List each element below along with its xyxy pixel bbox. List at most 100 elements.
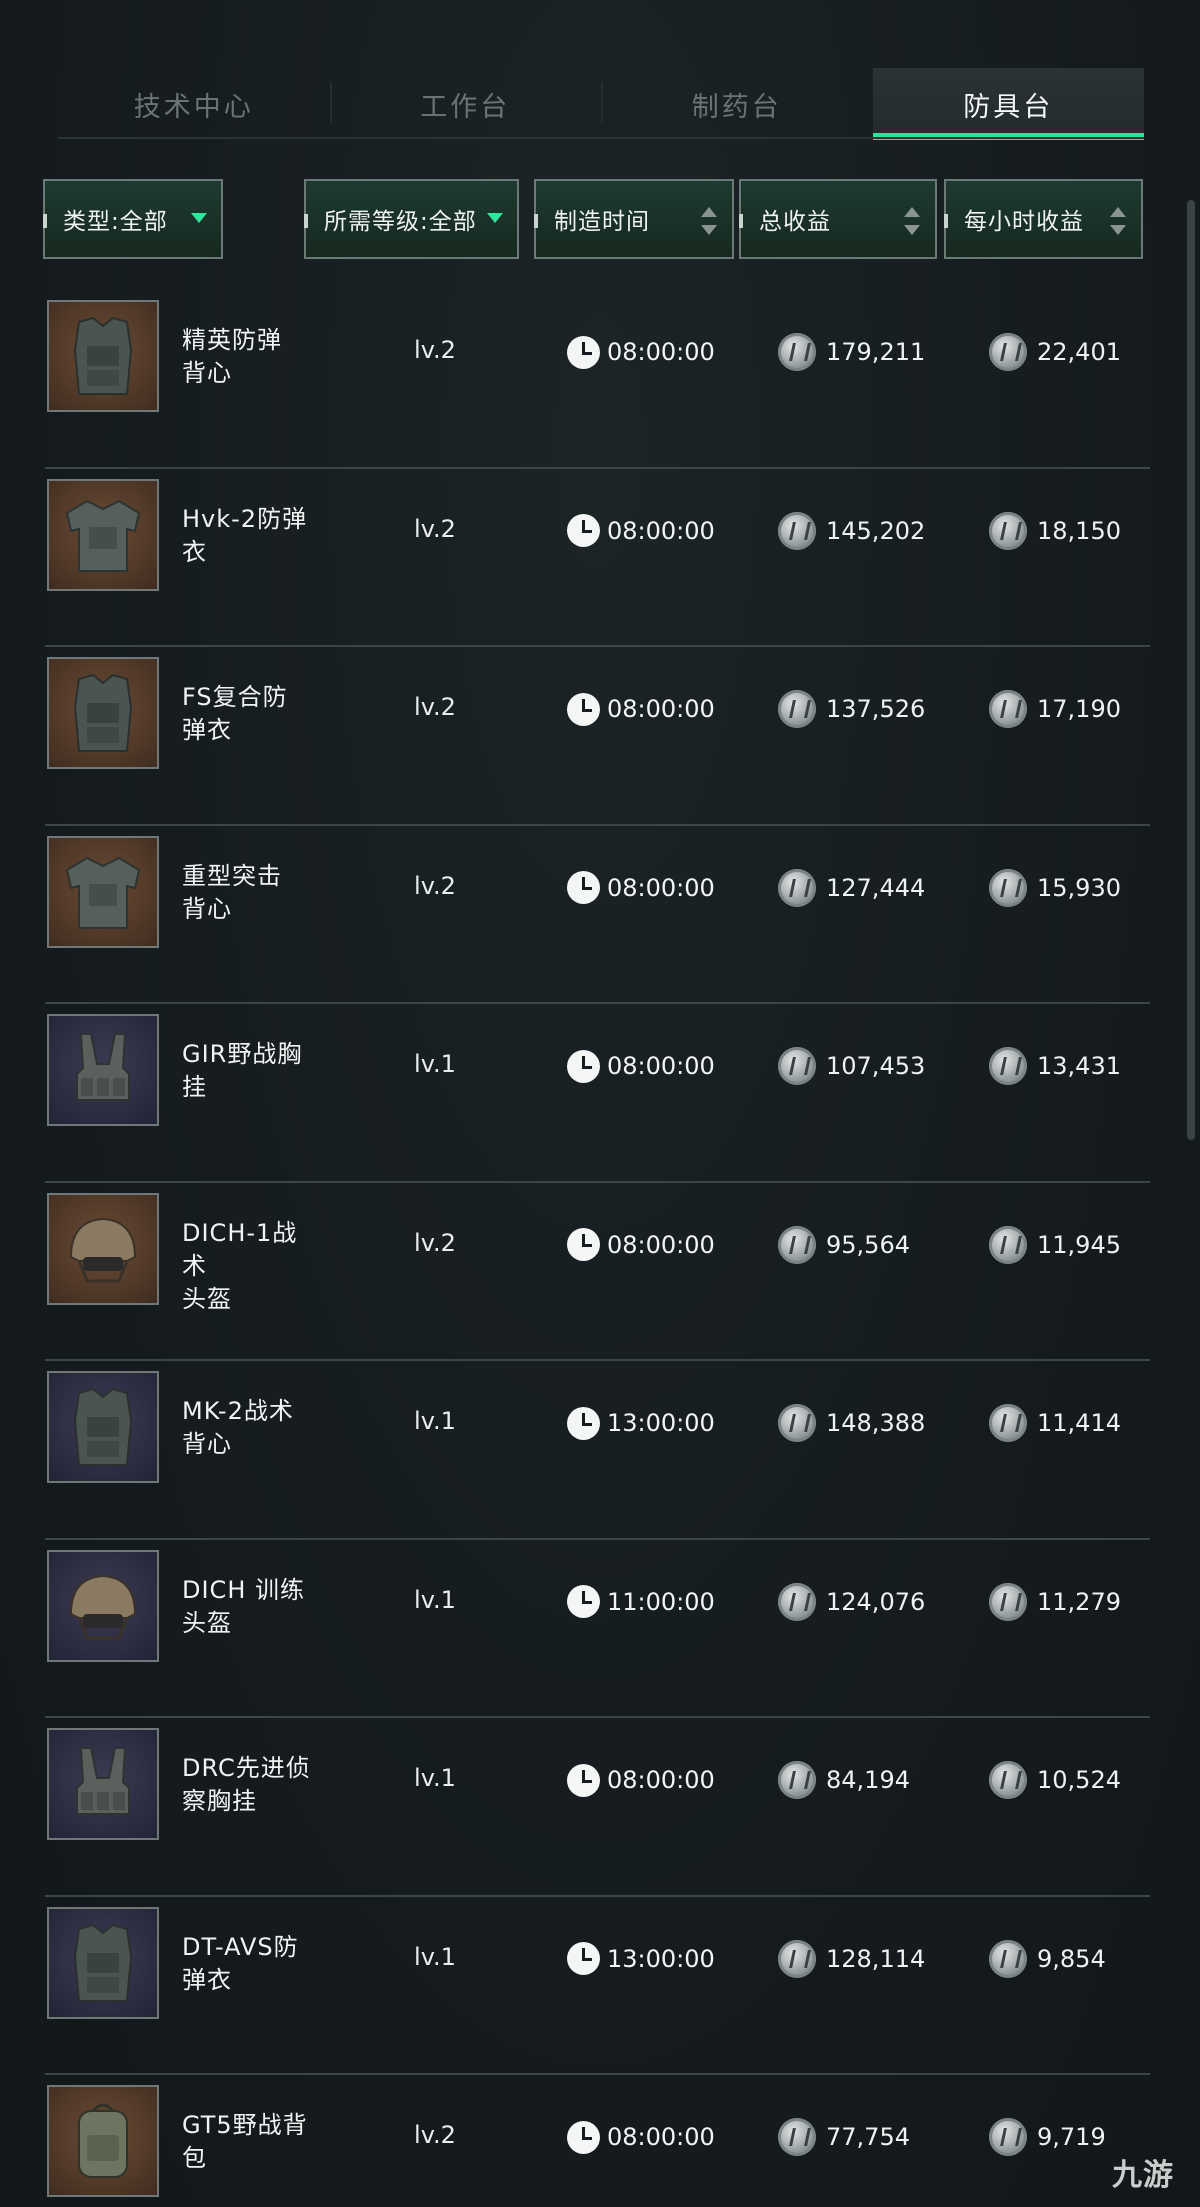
coin-icon (778, 1761, 816, 1799)
item-name: DRC先进侦 察胸挂 (182, 1752, 312, 1818)
item-row[interactable]: DRC先进侦 察胸挂 lv.1 08:00:00 84,194 10,524 (45, 1718, 1150, 1897)
item-name: Hvk-2防弹 衣 (182, 503, 312, 569)
total-profit-value: 107,453 (826, 1052, 926, 1080)
coin-icon (778, 511, 816, 550)
hourly-profit: 11,279 (989, 1582, 1121, 1621)
item-name-line2: 头盔 (182, 1284, 232, 1313)
item-name-line1: 精英防弹 (182, 326, 282, 354)
tab-armor-bench[interactable]: 防具台 (872, 68, 1144, 140)
craft-time-value: 08:00:00 (607, 516, 715, 545)
item-row[interactable]: DICH-1战术 头盔 lv.2 08:00:00 95,564 11,945 (45, 1183, 1150, 1361)
total-profit: 179,211 (778, 333, 926, 371)
item-name-line1: MK-2战术 (182, 1397, 294, 1425)
item-thumbnail (47, 1906, 159, 2019)
coin-icon (989, 1225, 1027, 1264)
craft-time-value: 08:00:00 (607, 2123, 715, 2151)
item-name-line2: 包 (182, 2144, 207, 2172)
item-thumbnail (47, 1549, 159, 1662)
hourly-profit: 22,401 (989, 333, 1121, 371)
item-name: MK-2战术 背心 (182, 1395, 312, 1461)
craft-time-value: 13:00:00 (607, 1409, 715, 1437)
item-thumbnail (47, 478, 159, 591)
hourly-profit-value: 17,190 (1037, 695, 1121, 723)
coin-icon (989, 1761, 1027, 1799)
hourly-profit-value: 10,524 (1037, 1766, 1121, 1794)
hourly-profit-value: 11,279 (1037, 1587, 1121, 1616)
total-sort-button[interactable]: 总收益 (739, 179, 937, 259)
scrollbar[interactable] (1187, 200, 1195, 1140)
level-filter-dropdown[interactable]: 所需等级:全部 (304, 179, 519, 259)
hourly-profit-value: 11,414 (1037, 1409, 1121, 1437)
craft-time-value: 08:00:00 (607, 695, 715, 723)
item-name: FS复合防 弹衣 (182, 681, 312, 747)
total-profit: 137,526 (778, 690, 925, 728)
item-thumbnail (47, 2085, 159, 2197)
item-row[interactable]: 重型突击 背心 lv.2 08:00:00 127,444 15,930 (45, 826, 1150, 1004)
time-sort-button[interactable]: 制造时间 (534, 179, 734, 259)
item-name-line1: DICH-1战术 (182, 1218, 298, 1280)
item-row[interactable]: GT5野战背 包 lv.2 08:00:00 77,754 9,719 (45, 2075, 1150, 2207)
item-row[interactable]: DT-AVS防 弹衣 lv.1 13:00:00 128,114 9,854 (45, 1897, 1150, 2075)
coin-icon (989, 868, 1027, 907)
coin-icon (778, 868, 816, 907)
total-profit-value: 179,211 (826, 338, 926, 366)
sort-icon (903, 205, 921, 237)
filter-tick-icon (304, 214, 308, 228)
item-name-line2: 背心 (182, 1430, 232, 1458)
coin-icon (778, 1404, 816, 1442)
coin-icon (989, 1404, 1027, 1442)
item-name-line1: GT5野战背 (182, 2111, 308, 2139)
clock-icon (567, 1049, 600, 1083)
craft-time-value: 08:00:00 (607, 1230, 715, 1259)
item-row[interactable]: DICH 训练 头盔 lv.1 11:00:00 124,076 11,279 (45, 1540, 1150, 1718)
craft-time: 08:00:00 (567, 870, 715, 906)
tab-tech-center[interactable]: 技术中心 (58, 68, 330, 140)
item-name-line2: 察胸挂 (182, 1787, 257, 1815)
tab-divider (58, 137, 1144, 139)
item-level: lv.1 (414, 1407, 456, 1435)
item-row[interactable]: GIR野战胸 挂 lv.1 08:00:00 107,453 13,431 (45, 1004, 1150, 1183)
coin-icon (989, 1047, 1027, 1085)
coin-icon (778, 1047, 816, 1085)
item-level: lv.2 (414, 514, 456, 543)
filter-tick-icon (43, 214, 47, 228)
chevron-down-icon (487, 213, 503, 223)
craft-time: 08:00:00 (567, 691, 715, 727)
hourly-profit-value: 9,719 (1037, 2123, 1106, 2151)
item-name: DT-AVS防 弹衣 (182, 1931, 312, 1997)
item-row[interactable]: FS复合防 弹衣 lv.2 08:00:00 137,526 17,190 (45, 647, 1150, 826)
item-row[interactable]: MK-2战术 背心 lv.1 13:00:00 148,388 11,414 (45, 1361, 1150, 1540)
item-level: lv.2 (414, 871, 456, 900)
item-name-line2: 背心 (182, 359, 232, 387)
watermark-logo: 九游 (1112, 2150, 1174, 2194)
item-thumbnail (47, 300, 159, 412)
item-level: lv.1 (414, 1585, 456, 1614)
item-name-line2: 背心 (182, 894, 232, 923)
hourly-profit: 11,414 (989, 1404, 1121, 1442)
coin-icon (989, 511, 1027, 550)
filter-tick-icon (534, 214, 538, 228)
tab-pharmacy[interactable]: 制药台 (601, 68, 873, 140)
watermark-text: 九游 (1112, 2158, 1174, 2193)
item-list: 精英防弹 背心 lv.2 08:00:00 179,211 22,401 Hvk… (45, 290, 1150, 2207)
craft-time-value: 08:00:00 (607, 1052, 715, 1080)
craft-time: 13:00:00 (567, 1405, 715, 1441)
hourly-profit-value: 18,150 (1037, 516, 1121, 545)
tab-workbench[interactable]: 工作台 (329, 68, 602, 140)
item-row[interactable]: Hvk-2防弹 衣 lv.2 08:00:00 145,202 18,150 (45, 469, 1150, 647)
item-thumbnail (47, 657, 159, 769)
clock-icon (567, 1585, 600, 1618)
type-filter-dropdown[interactable]: 类型:全部 (43, 179, 223, 259)
hourly-profit-value: 9,854 (1037, 1944, 1106, 1973)
hourly-profit: 17,190 (989, 690, 1121, 728)
item-name: DICH 训练 头盔 (182, 1574, 312, 1640)
coin-icon (989, 1582, 1027, 1621)
coin-icon (778, 690, 816, 728)
item-row[interactable]: 精英防弹 背心 lv.2 08:00:00 179,211 22,401 (45, 290, 1150, 469)
total-profit: 145,202 (778, 511, 925, 550)
item-name-line2: 弹衣 (182, 1965, 232, 1994)
hourly-sort-button[interactable]: 每小时收益 (944, 179, 1143, 259)
item-level: lv.1 (414, 1942, 456, 1971)
clock-icon (567, 335, 600, 369)
clock-icon (567, 692, 600, 726)
